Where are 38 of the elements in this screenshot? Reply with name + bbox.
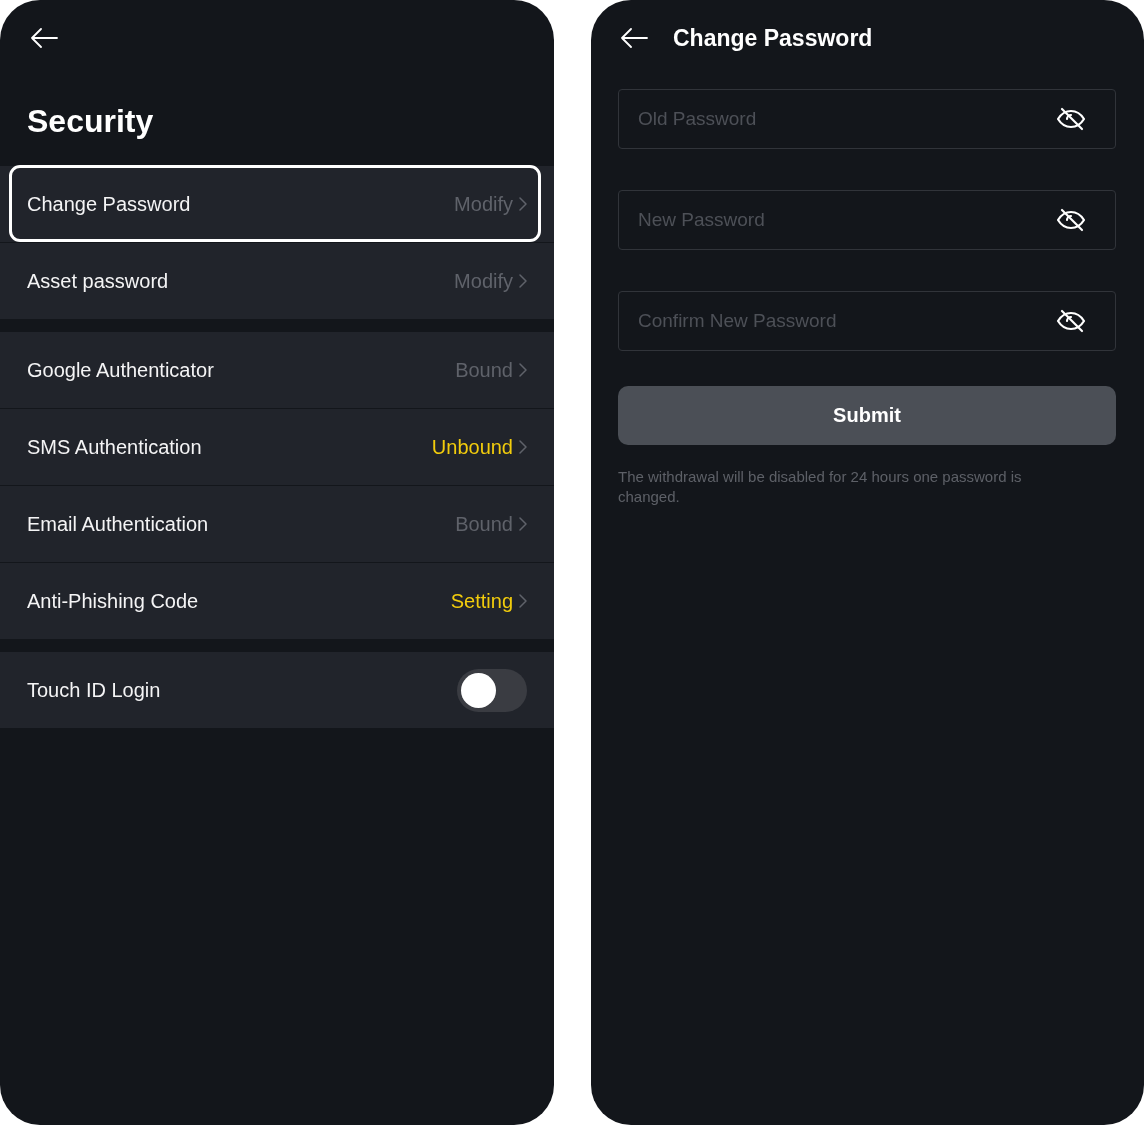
settings-row[interactable]: Google Authenticator Bound [0, 332, 554, 408]
settings-row[interactable]: Touch ID Login [0, 652, 554, 728]
status-text: Modify [454, 192, 513, 216]
settings-row[interactable]: Email Authentication Bound [0, 486, 554, 562]
eye-slash-icon[interactable] [1056, 208, 1086, 232]
settings-row[interactable]: Anti-Phishing Code Setting [0, 563, 554, 639]
page-title: Change Password [673, 24, 873, 52]
eye-slash-icon[interactable] [1056, 107, 1086, 131]
status-text: Setting [450, 589, 513, 613]
back-arrow-icon[interactable] [620, 28, 648, 48]
password-field[interactable]: Old Password [618, 89, 1116, 149]
chevron-right-icon [519, 274, 527, 288]
chevron-right-icon [519, 197, 527, 211]
back-arrow-icon[interactable] [30, 28, 58, 48]
row-label: Asset password [27, 269, 169, 293]
toggle-switch[interactable] [457, 668, 527, 712]
row-label: Google Authenticator [27, 358, 214, 382]
chevron-right-icon [519, 440, 527, 454]
row-label: Touch ID Login [27, 678, 161, 702]
chevron-right-icon [519, 594, 527, 608]
chevron-right-icon [519, 517, 527, 531]
row-label: Anti-Phishing Code [27, 589, 199, 613]
row-label: Email Authentication [27, 512, 209, 536]
notice-text: The withdrawal will be disabled for 24 hours one password is changed. [618, 467, 1023, 507]
eye-slash-icon[interactable] [1056, 309, 1086, 333]
chevron-right-icon [519, 363, 527, 377]
page-title: Security [27, 102, 155, 141]
row-label: SMS Authentication [27, 435, 202, 459]
status-text: Bound [455, 512, 513, 536]
password-field[interactable]: Confirm New Password [618, 291, 1116, 351]
status-text: Unbound [431, 435, 513, 459]
settings-row[interactable]: Asset password Modify [0, 243, 554, 319]
status-text: Modify [454, 269, 513, 293]
settings-row[interactable]: SMS Authentication Unbound [0, 409, 554, 485]
status-text: Bound [455, 358, 513, 382]
row-label: Change Password [27, 192, 191, 216]
settings-row[interactable]: Change Password Modify [0, 166, 554, 242]
password-field[interactable]: New Password [618, 190, 1116, 250]
